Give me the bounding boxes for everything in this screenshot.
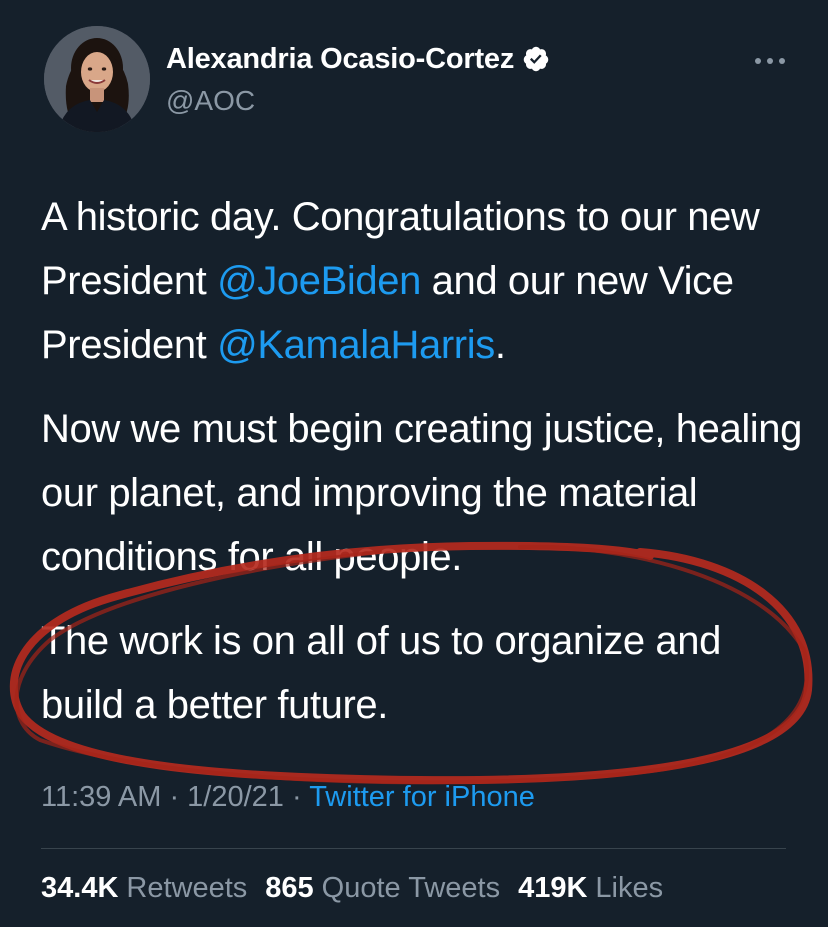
author-name-row[interactable]: Alexandria Ocasio-Cortez xyxy=(166,42,550,76)
tweet-card: Alexandria Ocasio-Cortez @AOC A historic… xyxy=(0,0,828,927)
likes-label: Likes xyxy=(595,872,664,904)
mention-kamalaharris-link[interactable]: @KamalaHarris xyxy=(217,323,495,367)
tweet-source-link[interactable]: Twitter for iPhone xyxy=(309,781,535,813)
author-handle[interactable]: @AOC xyxy=(166,85,255,117)
engagement-stats: 34.4K Retweets 865 Quote Tweets 419K Likes xyxy=(41,872,663,905)
meta-separator: · xyxy=(283,781,310,813)
tweet-text-segment: . xyxy=(494,323,506,367)
quote-tweets-label: Quote Tweets xyxy=(321,872,501,904)
retweets-count: 34.4K xyxy=(41,872,119,904)
avatar-image xyxy=(44,26,150,132)
tweet-paragraph-2: Now we must begin creating justice, heal… xyxy=(41,407,802,579)
mention-joebiden-link[interactable]: @JoeBiden xyxy=(217,259,421,303)
likes-count: 419K xyxy=(518,872,588,904)
tweet-paragraph-3: The work is on all of us to organize and… xyxy=(41,619,721,727)
divider xyxy=(41,848,786,849)
tweet-paragraph-1: A historic day. Congratulations to our n… xyxy=(41,185,811,377)
tweet-text: A historic day. Congratulations to our n… xyxy=(41,185,811,737)
author-display-name[interactable]: Alexandria Ocasio-Cortez xyxy=(166,43,514,76)
avatar[interactable] xyxy=(44,26,150,132)
verified-badge-icon xyxy=(522,45,550,73)
retweets-stat[interactable]: 34.4K Retweets xyxy=(41,872,247,905)
more-options-button[interactable] xyxy=(752,46,788,76)
tweet-time[interactable]: 11:39 AM xyxy=(41,781,161,813)
likes-stat[interactable]: 419K Likes xyxy=(518,872,663,905)
quote-tweets-count: 865 xyxy=(265,872,314,904)
retweets-label: Retweets xyxy=(126,872,248,904)
tweet-date[interactable]: 1/20/21 xyxy=(187,781,284,813)
tweet-meta: 11:39 AM · 1/20/21 · Twitter for iPhone xyxy=(41,781,535,814)
more-horizontal-icon xyxy=(755,58,785,64)
quote-tweets-stat[interactable]: 865 Quote Tweets xyxy=(265,872,500,905)
meta-separator: · xyxy=(161,781,188,813)
